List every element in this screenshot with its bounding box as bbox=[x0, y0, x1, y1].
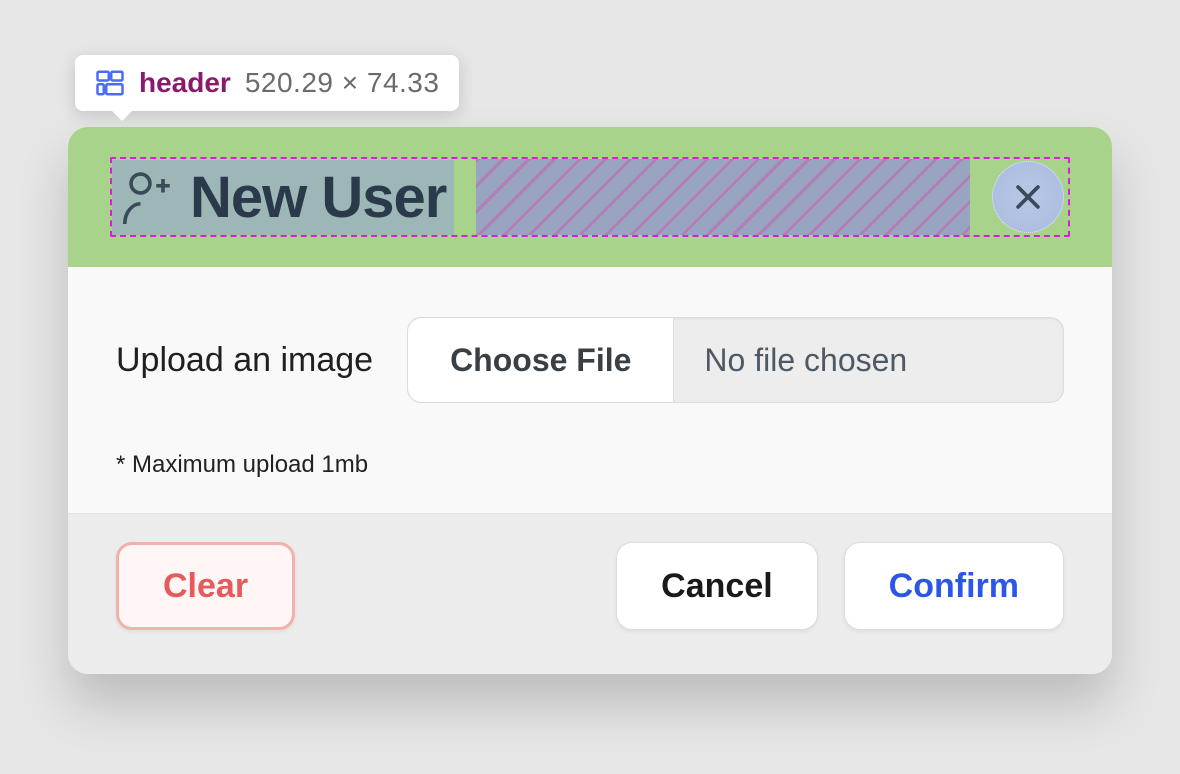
file-input[interactable]: Choose File No file chosen bbox=[407, 317, 1064, 403]
upload-hint: * Maximum upload 1mb bbox=[116, 451, 1064, 479]
dialog-header: New User bbox=[110, 157, 1070, 237]
dialog-title: New User bbox=[190, 164, 446, 231]
dialog-header-content: New User bbox=[112, 160, 454, 235]
inspected-element-tag: header bbox=[139, 67, 231, 99]
devtools-inspect-tooltip: header 520.29 × 74.33 bbox=[75, 55, 459, 111]
close-button[interactable] bbox=[992, 161, 1064, 233]
confirm-button[interactable]: Confirm bbox=[844, 542, 1064, 630]
add-user-icon bbox=[118, 167, 172, 227]
dialog-body: Upload an image Choose File No file chos… bbox=[68, 267, 1112, 513]
clear-button[interactable]: Clear bbox=[116, 542, 295, 630]
flex-gap-overlay bbox=[476, 159, 970, 235]
upload-row: Upload an image Choose File No file chos… bbox=[116, 317, 1064, 403]
dialog-footer: Clear Cancel Confirm bbox=[68, 513, 1112, 674]
dialog-header-padding-overlay: New User bbox=[68, 127, 1112, 267]
file-status-text: No file chosen bbox=[674, 318, 1063, 402]
inspected-element-dimensions: 520.29 × 74.33 bbox=[245, 67, 440, 99]
flex-layout-icon bbox=[95, 68, 125, 98]
new-user-dialog: New User Upload an image Choose File No … bbox=[68, 127, 1112, 674]
choose-file-button[interactable]: Choose File bbox=[408, 318, 674, 402]
close-icon bbox=[1011, 180, 1045, 214]
upload-label: Upload an image bbox=[116, 341, 373, 380]
cancel-button[interactable]: Cancel bbox=[616, 542, 818, 630]
